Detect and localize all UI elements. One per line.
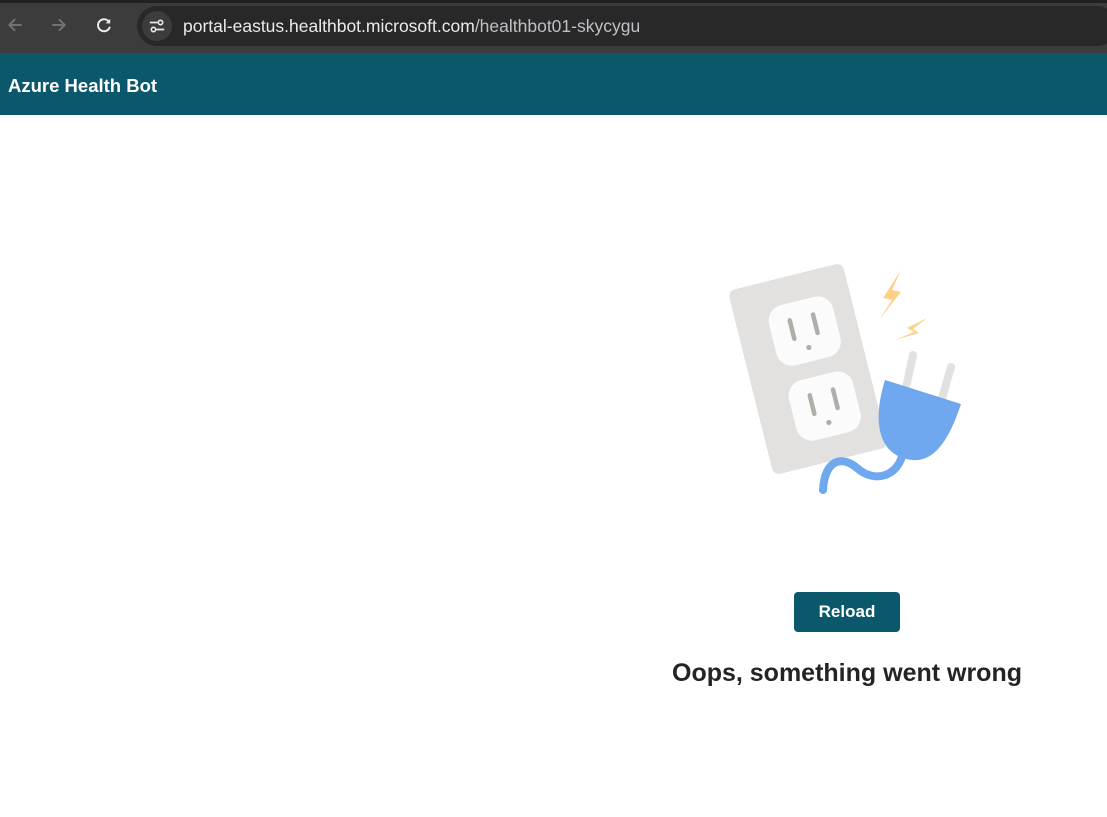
url-text[interactable]: portal-eastus.healthbot.microsoft.com/he… — [183, 16, 640, 36]
arrow-right-icon — [52, 18, 66, 32]
app-title: Azure Health Bot — [8, 75, 158, 96]
unplugged-outlet-illustration — [729, 264, 961, 494]
tune-icon — [149, 19, 165, 33]
tab-strip-edge — [0, 0, 1107, 3]
arrow-left-icon — [8, 18, 22, 32]
reload-icon — [97, 18, 111, 33]
url-host: portal-eastus.healthbot.microsoft.com — [183, 16, 475, 36]
address-bar[interactable]: portal-eastus.healthbot.microsoft.com/he… — [137, 6, 1107, 46]
reload-button[interactable]: Reload — [794, 592, 900, 632]
app-header: Azure Health Bot — [0, 53, 1107, 115]
back-button[interactable] — [1, 11, 29, 39]
browser-reload-button[interactable] — [90, 11, 118, 39]
url-path: /healthbot01-skycygu — [474, 16, 641, 36]
site-info-button[interactable] — [142, 11, 172, 41]
error-message: Oops, something went wrong — [672, 659, 1022, 687]
forward-button[interactable] — [45, 11, 73, 39]
browser-toolbar: portal-eastus.healthbot.microsoft.com/he… — [0, 0, 1107, 53]
